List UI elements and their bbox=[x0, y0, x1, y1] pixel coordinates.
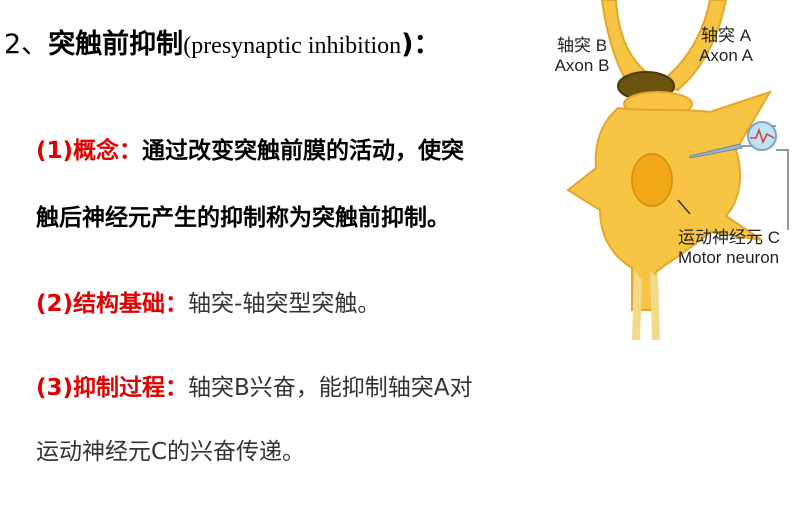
axon-b-label-en: Axon B bbox=[554, 56, 610, 75]
axon-b-label: 轴突 B Axon B bbox=[545, 36, 619, 76]
motor-axon-2 bbox=[650, 272, 660, 340]
point-1-label: (1)概念： bbox=[36, 138, 143, 164]
motor-neuron-label: 运动神经元 C Motor neuron bbox=[678, 228, 800, 268]
point-1-text-1: 通过改变突触前膜的活动，使突 bbox=[142, 138, 465, 164]
title-main: 突触前抑制 bbox=[48, 29, 184, 60]
neuron-diagram: 轴突 B Axon B 轴突 A Axon A 运动神经元 C Motor ne… bbox=[540, 0, 800, 340]
axon-a-label: 轴突 A Axon A bbox=[686, 26, 766, 66]
title-english: presynaptic inhibition bbox=[191, 33, 402, 59]
title-colon: ： bbox=[413, 29, 441, 60]
point-3-text-2: 运动神经元C的兴奋传递。 bbox=[36, 439, 306, 465]
point-1-text-2: 触后神经元产生的抑制称为突触前抑制。 bbox=[36, 205, 450, 231]
point-2-line: (2)结构基础：轴突-轴突型突触。 bbox=[36, 284, 380, 318]
motor-neuron-label-cn: 运动神经元 C bbox=[678, 228, 780, 247]
axon-a-label-en: Axon A bbox=[699, 46, 753, 65]
point-3-line-1: (3)抑制过程：轴突B兴奋，能抑制轴突A对 bbox=[36, 368, 473, 402]
axon-a-label-cn: 轴突 A bbox=[700, 26, 752, 45]
motor-neuron-label-en: Motor neuron bbox=[678, 248, 780, 267]
motor-neuron-body bbox=[566, 90, 773, 311]
title-number: 2、 bbox=[4, 29, 49, 60]
nucleus bbox=[631, 153, 673, 207]
point-3-text-1: 轴突B兴奋，能抑制轴突A对 bbox=[188, 375, 473, 401]
point-2-text: 轴突-轴突型突触。 bbox=[188, 291, 381, 317]
axon-b-label-cn: 轴突 B bbox=[556, 36, 608, 55]
title-paren-close: ) bbox=[401, 29, 414, 60]
page-title: 2、突触前抑制(presynaptic inhibition)： bbox=[4, 22, 441, 61]
point-1-line-1: (1)概念：通过改变突触前膜的活动，使突 bbox=[36, 131, 464, 165]
point-3-label: (3)抑制过程： bbox=[36, 375, 189, 401]
point-3-line-2: 运动神经元C的兴奋传递。 bbox=[36, 432, 305, 466]
point-1-line-2: 触后神经元产生的抑制称为突触前抑制。 bbox=[36, 198, 450, 232]
point-2-label: (2)结构基础： bbox=[36, 291, 189, 317]
title-paren-open: ( bbox=[183, 33, 192, 59]
